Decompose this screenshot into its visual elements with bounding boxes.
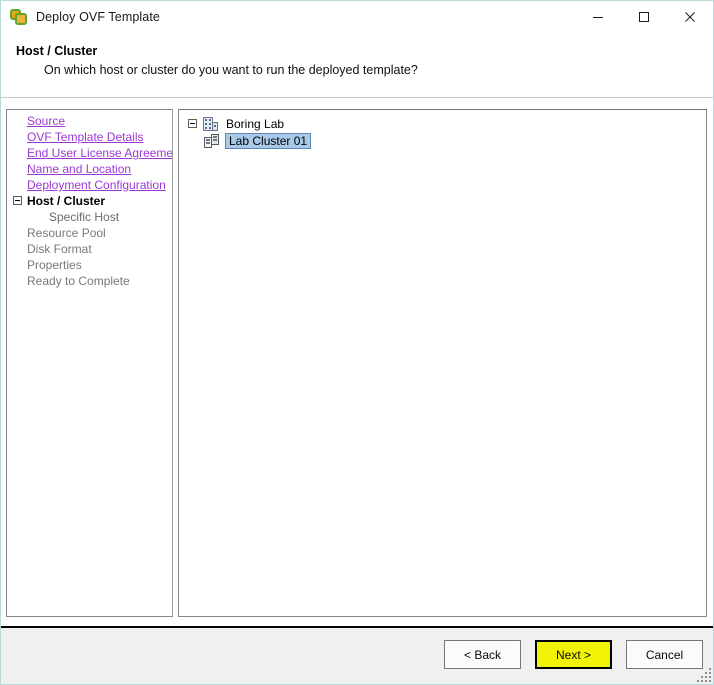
datacenter-icon — [203, 117, 218, 131]
sidebar-item-label[interactable]: Name and Location — [27, 161, 131, 177]
page-title: Host / Cluster — [16, 44, 97, 58]
sidebar-item-label[interactable]: Deployment Configuration — [27, 177, 166, 193]
sidebar-item-name-and-location[interactable]: Name and Location — [7, 161, 172, 177]
tree-row[interactable]: Boring Lab — [185, 115, 706, 132]
close-icon[interactable] — [667, 1, 713, 32]
sidebar-item-properties: Properties — [7, 257, 172, 273]
maximize-icon[interactable] — [621, 1, 667, 32]
window-title: Deploy OVF Template — [36, 10, 160, 24]
sidebar-item-disk-format: Disk Format — [7, 241, 172, 257]
tree-row[interactable]: Lab Cluster 01 — [185, 132, 706, 149]
inventory-tree-panel[interactable]: Boring Lab Lab Cluster 01 — [178, 109, 707, 617]
sidebar-item-label: Disk Format — [27, 241, 92, 257]
sidebar-item-resource-pool: Resource Pool — [7, 225, 172, 241]
tree-node-label: Boring Lab — [224, 117, 286, 131]
minimize-icon[interactable] — [575, 1, 621, 32]
page-header: Host / Cluster On which host or cluster … — [1, 32, 713, 98]
wizard-step-list: Source OVF Template Details End User Lic… — [7, 110, 172, 289]
sidebar-item-host-cluster[interactable]: Host / Cluster — [7, 193, 172, 209]
deploy-ovf-template-window: Deploy OVF Template Host / Cluster On wh… — [0, 0, 714, 685]
cancel-button[interactable]: Cancel — [626, 640, 703, 669]
page-subtitle: On which host or cluster do you want to … — [44, 63, 418, 77]
tree-node-label-selected[interactable]: Lab Cluster 01 — [225, 133, 311, 149]
button-row: < Back Next > Cancel — [444, 640, 703, 669]
inventory-tree: Boring Lab Lab Cluster 01 — [179, 110, 706, 149]
sidebar-item-label: Specific Host — [49, 209, 119, 225]
sidebar-item-specific-host[interactable]: Specific Host — [7, 209, 172, 225]
sidebar-item-label: Resource Pool — [27, 225, 106, 241]
next-button[interactable]: Next > — [535, 640, 612, 669]
collapse-icon[interactable] — [13, 196, 22, 205]
sidebar-item-label: Ready to Complete — [27, 273, 130, 289]
sidebar-item-end-user-license-agreement[interactable]: End User License Agreement — [7, 145, 172, 161]
back-button[interactable]: < Back — [444, 640, 521, 669]
sidebar-item-label[interactable]: Source — [27, 113, 65, 129]
cluster-icon — [204, 134, 220, 148]
sidebar-item-deployment-configuration[interactable]: Deployment Configuration — [7, 177, 172, 193]
sidebar-item-label[interactable]: End User License Agreement — [27, 145, 173, 161]
sidebar-item-ready-to-complete: Ready to Complete — [7, 273, 172, 289]
resize-grip[interactable] — [695, 666, 711, 682]
sidebar-item-source[interactable]: Source — [7, 113, 172, 129]
sidebar-item-ovf-template-details[interactable]: OVF Template Details — [7, 129, 172, 145]
ovf-template-icon — [10, 8, 28, 26]
sidebar-item-label: Host / Cluster — [27, 193, 105, 209]
title-bar: Deploy OVF Template — [1, 1, 713, 32]
wizard-step-nav-panel: Source OVF Template Details End User Lic… — [6, 109, 173, 617]
collapse-icon[interactable] — [188, 119, 197, 128]
wizard-body: Source OVF Template Details End User Lic… — [1, 98, 713, 626]
sidebar-item-label[interactable]: OVF Template Details — [27, 129, 144, 145]
sidebar-item-label: Properties — [27, 257, 82, 273]
dialog-footer: < Back Next > Cancel — [1, 626, 713, 684]
window-controls — [575, 1, 713, 32]
